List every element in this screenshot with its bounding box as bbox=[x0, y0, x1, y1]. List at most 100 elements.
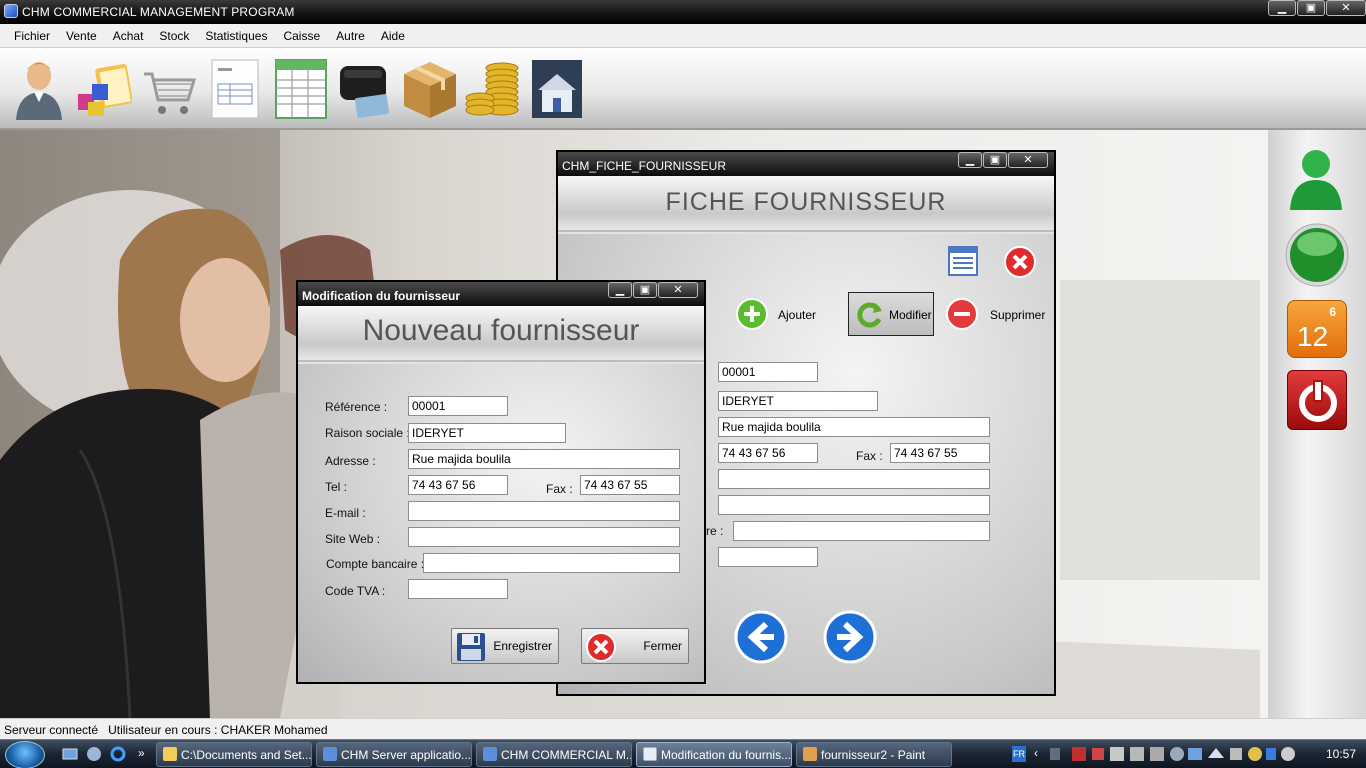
task-modification[interactable]: Modification du fournis... bbox=[636, 742, 792, 767]
menu-vente[interactable]: Vente bbox=[66, 29, 97, 43]
email-field[interactable] bbox=[408, 501, 680, 521]
fiche-reference-field[interactable]: 00001 bbox=[718, 362, 818, 382]
menu-caisse[interactable]: Caisse bbox=[283, 29, 320, 43]
chm-app-icon bbox=[323, 747, 337, 761]
system-tray: FR ‹ 10:57 bbox=[1010, 740, 1366, 768]
spreadsheet-icon[interactable] bbox=[272, 56, 330, 120]
modif-close-button[interactable]: ✕ bbox=[658, 282, 698, 298]
menu-bar: Fichier Vente Achat Stock Statistiques C… bbox=[0, 24, 1366, 48]
quick-launch-overflow-icon[interactable]: » bbox=[138, 746, 145, 760]
calendar-icon[interactable]: 6 12 bbox=[1287, 300, 1347, 358]
modif-minimize-button[interactable]: ▁ bbox=[608, 282, 632, 298]
menu-stock[interactable]: Stock bbox=[159, 29, 189, 43]
list-view-icon[interactable] bbox=[948, 246, 978, 276]
task-chm-server[interactable]: CHM Server applicatio... bbox=[316, 742, 472, 767]
compte-bancaire-field[interactable] bbox=[423, 553, 680, 573]
task-paint[interactable]: fournisseur2 - Paint bbox=[796, 742, 952, 767]
ajouter-button[interactable]: Ajouter bbox=[736, 296, 836, 334]
fax-field[interactable]: 74 43 67 55 bbox=[580, 475, 680, 495]
calendar-month: 6 bbox=[1329, 305, 1336, 319]
paint-icon bbox=[803, 747, 817, 761]
reference-field[interactable]: 00001 bbox=[408, 396, 508, 416]
shopping-cart-icon[interactable] bbox=[140, 56, 198, 120]
tray-collapse-icon[interactable]: ‹ bbox=[1034, 746, 1038, 760]
task-explorer[interactable]: C:\Documents and Set... bbox=[156, 742, 312, 767]
wallet-icon[interactable] bbox=[336, 56, 394, 120]
coins-icon[interactable] bbox=[464, 56, 522, 120]
raison-sociale-field[interactable]: IDERYET bbox=[408, 423, 566, 443]
delete-icon bbox=[946, 298, 978, 330]
app-title: CHM COMMERCIAL MANAGEMENT PROGRAM bbox=[22, 5, 295, 19]
window-controls: ▁ ▣ ✕ bbox=[1268, 0, 1366, 16]
fiche-fax-label: Fax : bbox=[856, 449, 883, 463]
language-indicator[interactable]: FR bbox=[1012, 746, 1026, 762]
site-web-field[interactable] bbox=[408, 527, 680, 547]
cubes-folder-icon[interactable] bbox=[74, 56, 132, 120]
reference-label: Référence : bbox=[325, 400, 388, 414]
modif-maximize-button[interactable]: ▣ bbox=[633, 282, 657, 298]
minimize-button[interactable]: ▁ bbox=[1268, 0, 1296, 16]
fiche-raison-sociale-field[interactable]: IDERYET bbox=[718, 391, 878, 411]
task-modification-label: Modification du fournis... bbox=[661, 748, 792, 762]
start-button[interactable] bbox=[5, 741, 45, 768]
close-button[interactable]: ✕ bbox=[1326, 0, 1366, 16]
fiche-adresse-field[interactable]: Rue majida boulila bbox=[718, 417, 990, 437]
fax-label: Fax : bbox=[546, 482, 573, 496]
tel-label: Tel : bbox=[325, 480, 348, 494]
folder-icon bbox=[163, 747, 177, 761]
raison-sociale-label: Raison sociale : bbox=[325, 426, 410, 440]
menu-aide[interactable]: Aide bbox=[381, 29, 405, 43]
modif-window-title: Modification du fournisseur bbox=[302, 289, 460, 303]
task-chm-commercial[interactable]: CHM COMMERCIAL M... bbox=[476, 742, 632, 767]
fiche-minimize-button[interactable]: ▁ bbox=[958, 152, 982, 168]
tray-icons bbox=[1050, 747, 1295, 761]
calendar-day: 12 bbox=[1297, 321, 1329, 352]
menu-achat[interactable]: Achat bbox=[113, 29, 144, 43]
invoice-document-icon[interactable] bbox=[206, 56, 264, 120]
menu-statistiques[interactable]: Statistiques bbox=[205, 29, 267, 43]
fiche-titlebar: CHM_FICHE_FOURNISSEUR ▁ ▣ ✕ bbox=[558, 152, 1054, 176]
green-user-icon[interactable] bbox=[1286, 142, 1346, 212]
menu-autre[interactable]: Autre bbox=[336, 29, 365, 43]
green-status-orb-icon[interactable] bbox=[1284, 222, 1350, 288]
ajouter-label: Ajouter bbox=[778, 308, 817, 322]
fermer-button[interactable]: Fermer bbox=[581, 628, 689, 664]
right-side-panel: 6 12 bbox=[1268, 130, 1366, 718]
media-player-icon[interactable] bbox=[86, 746, 102, 762]
next-arrow-icon[interactable] bbox=[823, 610, 877, 664]
user-icon[interactable] bbox=[10, 56, 68, 120]
fiche-tel-field[interactable]: 74 43 67 56 bbox=[718, 443, 818, 463]
compte-bancaire-label: Compte bancaire : bbox=[326, 557, 425, 571]
adresse-field[interactable]: Rue majida boulila bbox=[408, 449, 680, 469]
enregistrer-button[interactable]: Enregistrer bbox=[451, 628, 559, 664]
fiche-fax-field[interactable]: 74 43 67 55 bbox=[890, 443, 990, 463]
modification-fournisseur-window: Modification du fournisseur ▁ ▣ ✕ Nouvea… bbox=[296, 280, 706, 684]
modifier-label: Modifier bbox=[889, 308, 932, 322]
tel-field[interactable]: 74 43 67 56 bbox=[408, 475, 508, 495]
fiche-maximize-button[interactable]: ▣ bbox=[983, 152, 1007, 168]
clock: 10:57 bbox=[1325, 747, 1356, 761]
menu-fichier[interactable]: Fichier bbox=[14, 29, 50, 43]
fiche-tva-field[interactable] bbox=[718, 547, 818, 567]
power-off-icon[interactable] bbox=[1287, 370, 1347, 430]
modif-header: Nouveau fournisseur bbox=[298, 306, 704, 362]
modif-window-controls: ▁ ▣ ✕ bbox=[608, 282, 698, 298]
fiche-compte-field[interactable] bbox=[733, 521, 990, 541]
fiche-site-web-field[interactable] bbox=[718, 495, 990, 515]
app-titlebar: CHM COMMERCIAL MANAGEMENT PROGRAM ▁ ▣ ✕ bbox=[0, 0, 1366, 24]
previous-arrow-icon[interactable] bbox=[734, 610, 788, 664]
add-icon bbox=[736, 298, 768, 330]
fiche-close-button[interactable]: ✕ bbox=[1008, 152, 1048, 168]
code-tva-field[interactable] bbox=[408, 579, 508, 599]
email-label: E-mail : bbox=[325, 506, 366, 520]
fiche-email-field[interactable] bbox=[718, 469, 990, 489]
modifier-button[interactable]: Modifier bbox=[848, 292, 934, 336]
supprimer-button[interactable]: Supprimer bbox=[946, 296, 1046, 334]
fiche-exit-icon[interactable] bbox=[1004, 246, 1036, 278]
fiche-header: FICHE FOURNISSEUR bbox=[558, 176, 1054, 232]
house-icon[interactable] bbox=[528, 56, 586, 120]
maximize-button[interactable]: ▣ bbox=[1297, 0, 1325, 16]
cardboard-box-icon[interactable] bbox=[400, 56, 458, 120]
internet-explorer-icon[interactable] bbox=[110, 746, 126, 762]
show-desktop-icon[interactable] bbox=[62, 746, 78, 762]
